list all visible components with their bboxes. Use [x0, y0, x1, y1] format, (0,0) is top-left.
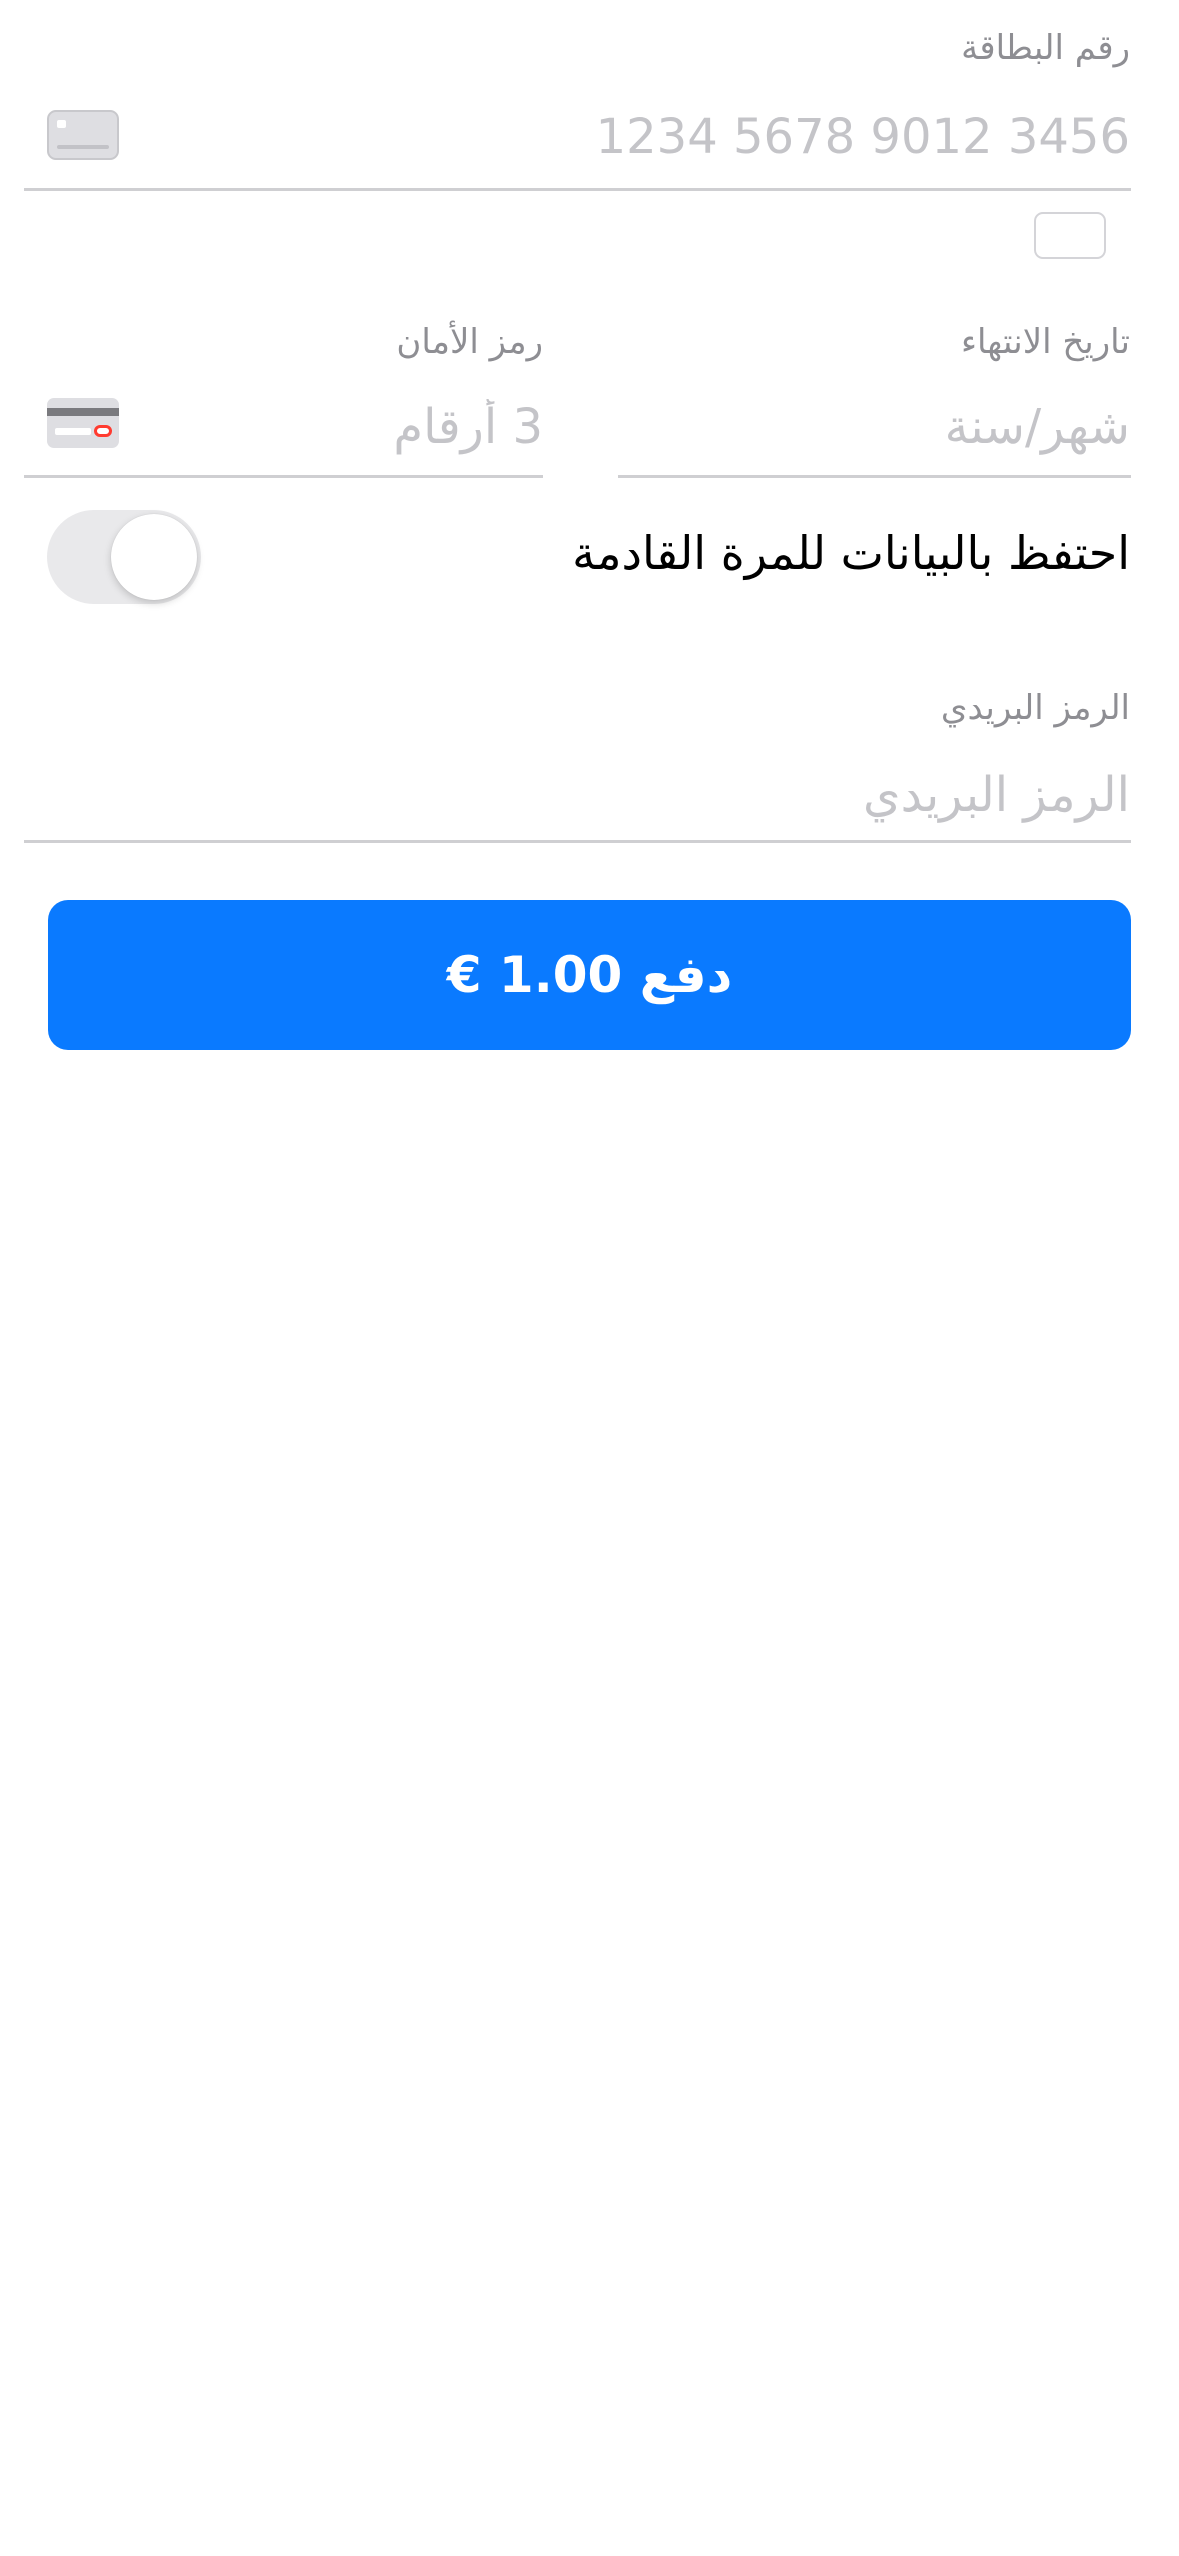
save-data-toggle[interactable] [47, 510, 201, 604]
cvc-underline [24, 475, 543, 478]
toggle-knob [111, 514, 197, 600]
expiry-label: تاريخ الانتهاء [960, 322, 1130, 362]
postal-code-label: الرمز البريدي [940, 688, 1130, 728]
cvc-input[interactable] [140, 394, 543, 460]
cvc-label: رمز الأمان [396, 322, 543, 362]
save-data-label: احتفظ بالبيانات للمرة القادمة [572, 526, 1130, 580]
card-brand-icon [1034, 212, 1106, 259]
postal-code-input[interactable] [24, 762, 1130, 828]
payment-form: رقم البطاقة تاريخ الانتهاء رمز الأمان اح… [0, 0, 1179, 2556]
cvc-card-back-icon [47, 398, 119, 448]
postal-code-underline [24, 840, 1131, 843]
pay-button[interactable]: دفع 1.00 € [48, 900, 1131, 1050]
expiry-input[interactable] [630, 394, 1130, 460]
card-number-label: رقم البطاقة [961, 28, 1130, 68]
expiry-underline [618, 475, 1131, 478]
card-icon [47, 110, 119, 160]
card-number-underline [24, 188, 1131, 191]
card-number-input[interactable] [140, 104, 1130, 170]
